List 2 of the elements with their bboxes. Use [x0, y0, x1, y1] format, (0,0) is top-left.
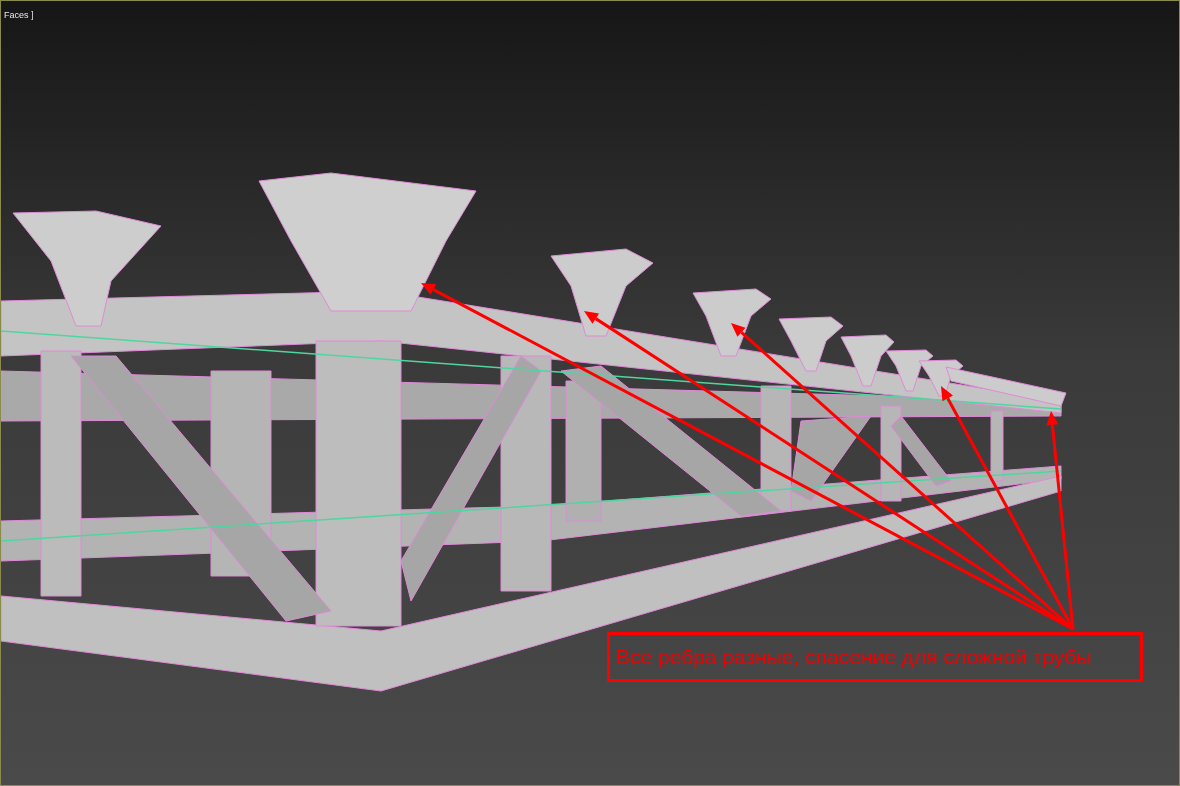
- callout-text: Все ребра разные, спасение для сложной трубы: [607, 632, 1143, 682]
- viewport-label[interactable]: Faces ]: [4, 10, 34, 20]
